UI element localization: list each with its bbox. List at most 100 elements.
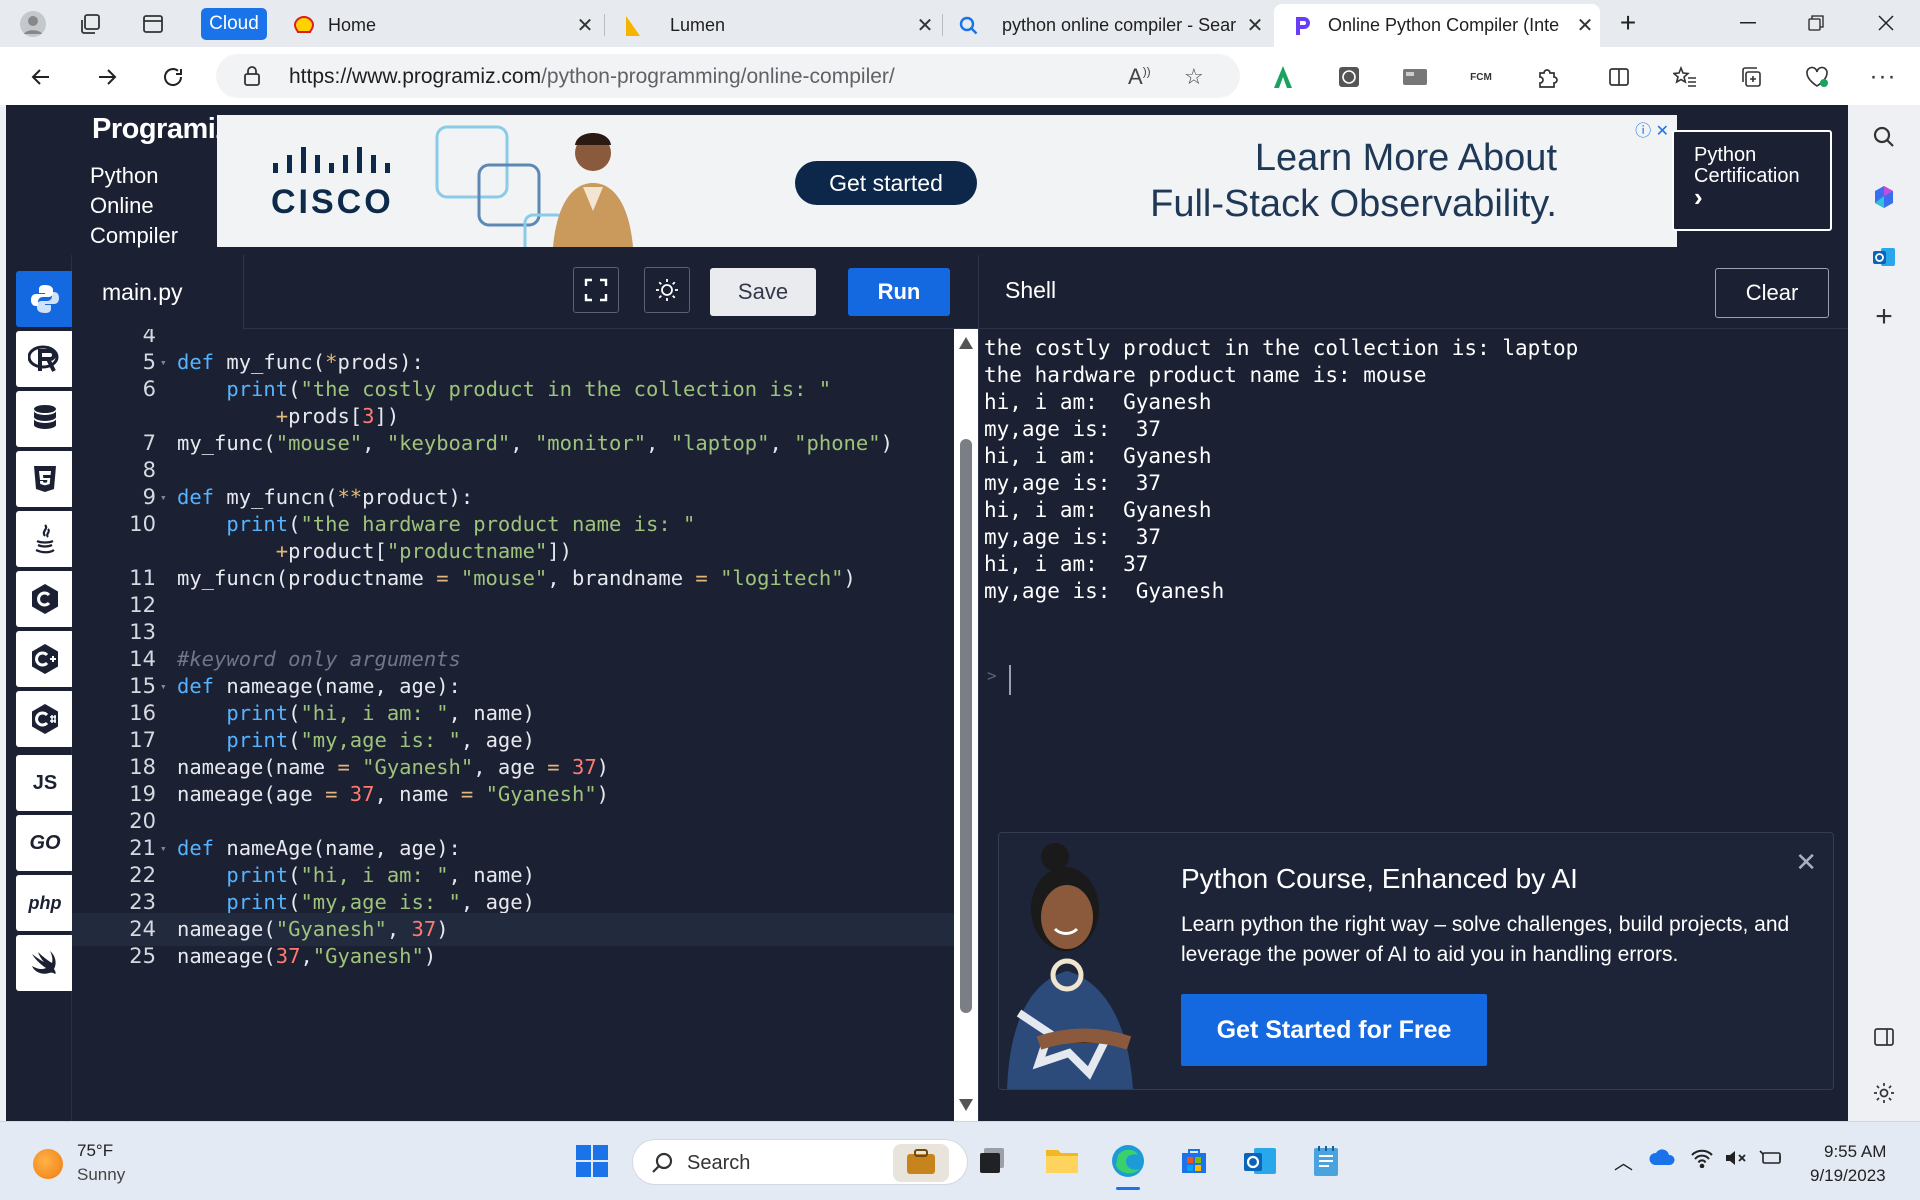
read-aloud-icon[interactable]: A)) <box>1128 64 1151 90</box>
run-button[interactable]: Run <box>848 268 950 316</box>
favorites-icon[interactable] <box>1670 62 1700 92</box>
language-r-icon[interactable] <box>16 331 74 387</box>
code-editor[interactable]: 4 5 ▾ def my_func(*prods): 6 print("the cost… <box>72 329 954 1121</box>
profile-avatar-icon[interactable] <box>16 7 50 41</box>
language-sql-icon[interactable] <box>16 391 74 447</box>
close-tab-icon[interactable]: ✕ <box>1240 13 1270 38</box>
extension-screen-icon[interactable] <box>1400 62 1430 92</box>
tab-home[interactable]: Home ✕ <box>278 4 600 47</box>
scroll-down-arrow-icon[interactable] <box>959 1099 973 1111</box>
advertisement-banner[interactable]: CISCO Get started Learn More About Full-… <box>217 115 1677 247</box>
tab-lumen[interactable]: Lumen ✕ <box>610 4 940 47</box>
get-started-free-button[interactable]: Get Started for Free <box>1181 994 1487 1066</box>
lock-icon[interactable] <box>242 65 262 87</box>
tab-search[interactable]: python online compiler - Sear ✕ <box>948 4 1270 47</box>
active-app-indicator <box>1116 1187 1140 1190</box>
site-header: Programiz Python Online Compiler CISCO G… <box>6 105 1848 255</box>
workspaces-icon[interactable] <box>74 7 108 41</box>
shell-logo-icon <box>293 15 315 33</box>
editor-scrollbar[interactable] <box>954 329 978 1121</box>
weather-condition[interactable]: Sunny <box>77 1165 125 1185</box>
close-tab-icon[interactable]: ✕ <box>910 13 940 38</box>
refresh-icon[interactable] <box>154 59 192 95</box>
notepad-icon[interactable] <box>1304 1139 1348 1183</box>
weather-sun-icon[interactable] <box>33 1149 63 1179</box>
cloud-tab-group[interactable]: Cloud <box>201 8 267 40</box>
programiz-logo[interactable]: Programiz <box>92 113 230 146</box>
clear-button[interactable]: Clear <box>1715 268 1829 318</box>
close-tab-icon[interactable]: ✕ <box>570 13 600 38</box>
url-text[interactable]: https://www.programiz.com/python-program… <box>289 65 895 89</box>
outlook-icon[interactable] <box>1868 241 1900 273</box>
back-arrow-icon[interactable] <box>22 59 60 95</box>
restore-button[interactable] <box>1796 6 1836 40</box>
tab-search-title: python online compiler - Sear <box>1002 15 1237 35</box>
file-explorer-icon[interactable] <box>1040 1139 1084 1183</box>
language-c-icon[interactable] <box>16 571 74 627</box>
language-swift-icon[interactable] <box>16 935 74 991</box>
battery-icon[interactable] <box>1758 1148 1784 1174</box>
onedrive-cloud-icon[interactable] <box>1648 1148 1676 1172</box>
weather-temperature[interactable]: 75°F <box>77 1141 113 1161</box>
copilot-icon[interactable] <box>1868 181 1900 213</box>
close-tab-icon[interactable]: ✕ <box>1570 13 1600 38</box>
start-windows-icon[interactable] <box>570 1139 614 1183</box>
minimize-button[interactable] <box>1728 6 1768 40</box>
ad-info-close-icon[interactable]: ⓘ ✕ <box>1635 117 1669 141</box>
show-hidden-icons-chevron-icon[interactable]: ︿ <box>1614 1148 1633 1175</box>
scroll-up-arrow-icon[interactable] <box>959 337 973 349</box>
promo-description: Learn python the right way – solve chall… <box>1181 913 1790 966</box>
clock-time[interactable]: 9:55 AM <box>1824 1142 1886 1162</box>
settings-more-icon[interactable]: ··· <box>1868 62 1898 92</box>
new-tab-button[interactable]: + <box>1608 6 1648 40</box>
volume-muted-icon[interactable] <box>1724 1148 1748 1174</box>
close-icon[interactable]: ✕ <box>1795 847 1817 878</box>
outlook-icon[interactable] <box>1238 1139 1282 1183</box>
favorite-star-icon[interactable]: ☆ <box>1184 64 1204 90</box>
wifi-icon[interactable] <box>1690 1148 1714 1174</box>
grammarly-extension-icon[interactable] <box>1268 62 1298 92</box>
language-python-icon[interactable] <box>16 271 74 327</box>
forward-arrow-icon[interactable] <box>88 59 126 95</box>
search-icon[interactable] <box>1868 121 1900 153</box>
file-tab-main-py[interactable]: main.py <box>72 255 244 329</box>
sidebar-settings-gear-icon[interactable] <box>1868 1077 1900 1109</box>
close-window-button[interactable] <box>1866 6 1906 40</box>
microsoft-store-icon[interactable] <box>1172 1139 1216 1183</box>
add-sidebar-app-icon[interactable]: + <box>1868 300 1900 333</box>
theme-toggle-sun-icon[interactable] <box>644 267 690 313</box>
language-php-icon[interactable]: php <box>16 875 74 931</box>
browser-essentials-icon[interactable] <box>1802 62 1832 92</box>
task-view-icon[interactable] <box>970 1139 1014 1183</box>
clock-date[interactable]: 9/19/2023 <box>1810 1166 1886 1186</box>
extension-fcm-icon[interactable]: FCM <box>1466 62 1496 92</box>
language-javascript-icon[interactable]: JS <box>16 755 74 811</box>
language-csharp-icon[interactable] <box>16 691 74 747</box>
tab-online-python-compiler[interactable]: Online Python Compiler (Inte ✕ <box>1274 4 1600 47</box>
language-go-icon[interactable]: GO <box>16 815 74 871</box>
taskbar-search-box[interactable]: Search <box>632 1139 968 1185</box>
site-subtitle: Python Online Compiler <box>90 161 178 251</box>
ad-get-started-button[interactable]: Get started <box>795 161 977 205</box>
language-java-icon[interactable] <box>16 511 74 567</box>
python-certification-link[interactable]: Python Certification › <box>1672 130 1832 231</box>
extension-a-icon[interactable] <box>1334 62 1364 92</box>
hide-sidebar-icon[interactable] <box>1868 1021 1900 1053</box>
language-html5-icon[interactable] <box>16 451 74 507</box>
browser-toolbar: https://www.programiz.com/python-program… <box>0 47 1920 105</box>
language-rail: JS GO php <box>6 255 74 1121</box>
chevron-right-icon: › <box>1694 182 1703 212</box>
collections-icon[interactable] <box>1736 62 1766 92</box>
code-line[interactable]: 25 nameage(37,"Gyanesh") <box>72 940 954 973</box>
language-cpp-icon[interactable] <box>16 631 74 687</box>
address-bar[interactable]: https://www.programiz.com/python-program… <box>216 54 1240 98</box>
scrollbar-thumb[interactable] <box>960 439 972 1013</box>
edge-sidebar: + <box>1848 105 1920 1121</box>
fullscreen-icon[interactable] <box>573 267 619 313</box>
extensions-puzzle-icon[interactable] <box>1532 62 1562 92</box>
split-screen-icon[interactable] <box>1604 62 1634 92</box>
edge-browser-icon[interactable] <box>1106 1139 1150 1190</box>
save-button[interactable]: Save <box>710 268 816 316</box>
windows-taskbar: 75°F Sunny Search ︿ 9:55 AM 9/19/2023 <box>0 1121 1920 1200</box>
tab-actions-icon[interactable] <box>136 7 170 41</box>
